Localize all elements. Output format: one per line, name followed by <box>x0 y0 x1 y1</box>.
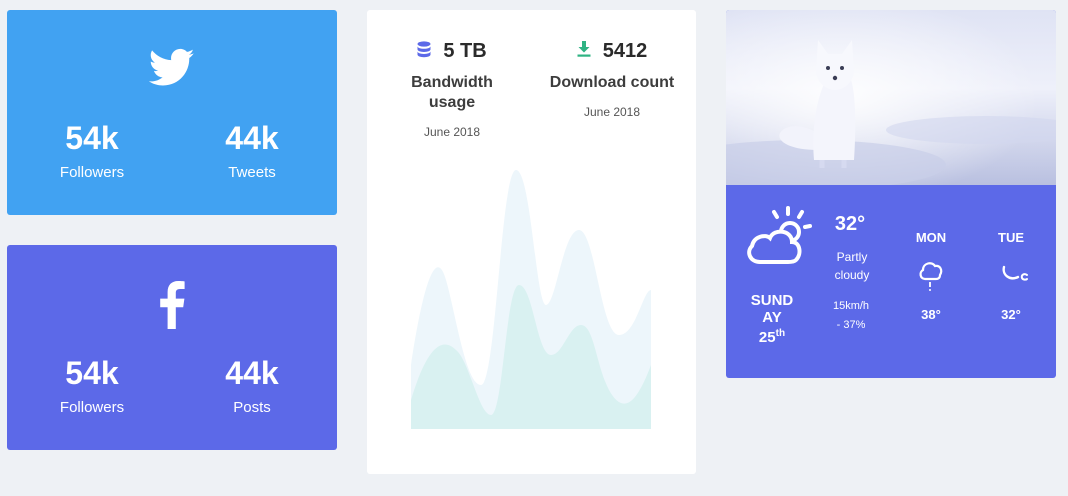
facebook-followers-stat: 54k Followers <box>32 355 152 416</box>
facebook-card: 54k Followers 44k Posts <box>7 245 337 450</box>
forecast-temp-tue: 32° <box>1001 307 1021 322</box>
facebook-followers-label: Followers <box>59 399 125 416</box>
facebook-posts-stat: 44k Posts <box>192 355 312 416</box>
weather-card: 32° Partly cloudy 15km/h - 37% SUNDAY 25… <box>726 10 1056 378</box>
twitter-icon <box>7 48 337 88</box>
date-number: 25 <box>758 329 776 346</box>
downloads-date: June 2018 <box>583 105 641 119</box>
twitter-tweets-label: Tweets <box>228 164 276 181</box>
wind-speed: 15km/h <box>832 300 870 312</box>
moon-icon <box>1000 263 1030 288</box>
facebook-posts-value: 44k <box>225 355 279 391</box>
current-date: 25th <box>746 328 798 346</box>
forecast-temp-mon: 38° <box>921 307 941 322</box>
twitter-followers-label: Followers <box>59 164 125 181</box>
humidity: - 37% <box>836 319 866 331</box>
twitter-card: 54k Followers 44k Tweets <box>7 10 337 215</box>
database-icon <box>417 40 431 63</box>
bandwidth-title: Bandwidth usage <box>411 74 493 111</box>
rain-cloud-icon <box>918 257 944 298</box>
downloads-title: Download count <box>549 74 675 91</box>
facebook-followers-value: 54k <box>65 355 119 391</box>
weather-condition: Partly cloudy <box>834 250 870 282</box>
bandwidth-value: 5 TB <box>443 40 487 62</box>
facebook-icon <box>7 281 337 329</box>
date-suffix: th <box>775 328 786 339</box>
download-icon <box>577 41 591 62</box>
current-day: SUNDAY <box>750 292 794 326</box>
usage-stats-card: 5 TB Bandwidth usage June 2018 5412 Down… <box>367 10 696 474</box>
forecast-day-tue: TUE <box>998 230 1024 245</box>
twitter-tweets-stat: 44k Tweets <box>192 120 312 181</box>
usage-wave-chart <box>411 170 651 429</box>
twitter-followers-value: 54k <box>65 120 119 156</box>
twitter-followers-stat: 54k Followers <box>32 120 152 181</box>
downloads-value: 5412 <box>602 40 648 62</box>
twitter-tweets-value: 44k <box>225 120 279 156</box>
bandwidth-metric: 5 TB Bandwidth usage June 2018 <box>387 40 517 139</box>
facebook-posts-label: Posts <box>233 399 271 416</box>
forecast-day-mon: MON <box>915 230 947 245</box>
arctic-fox-photo <box>726 10 1056 185</box>
partly-cloudy-icon <box>744 204 816 275</box>
bandwidth-date: June 2018 <box>423 125 481 139</box>
downloads-metric: 5412 Download count June 2018 <box>542 40 682 119</box>
current-temperature: 32° <box>834 213 866 235</box>
